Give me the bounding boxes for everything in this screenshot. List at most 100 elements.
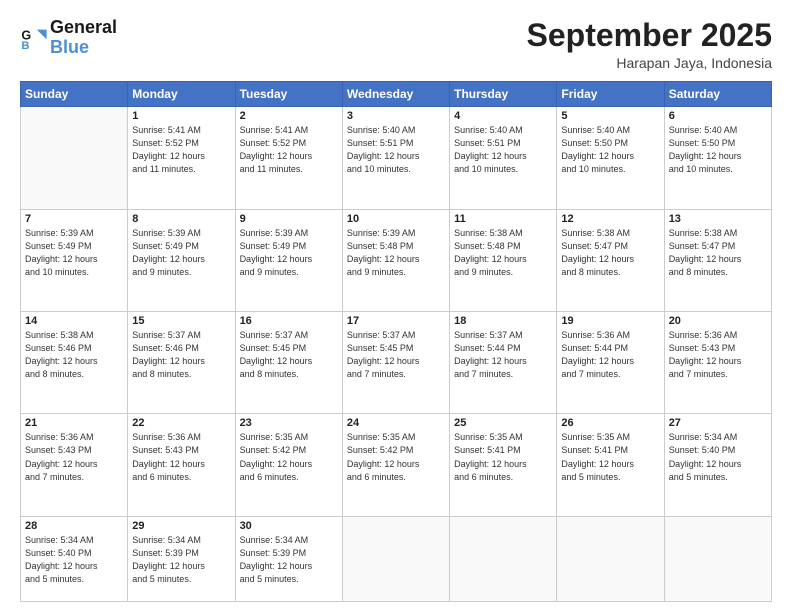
day-number: 1 (132, 110, 230, 122)
day-number: 27 (669, 417, 767, 429)
day-number: 15 (132, 315, 230, 327)
calendar-cell: 30 Sunrise: 5:34 AMSunset: 5:39 PMDayligh… (235, 516, 342, 601)
logo-line2: Blue (50, 38, 117, 58)
calendar-cell: 28 Sunrise: 5:34 AMSunset: 5:40 PMDayligh… (21, 516, 128, 601)
page: G B General Blue September 2025 Harapan … (0, 0, 792, 612)
calendar-week-5: 28 Sunrise: 5:34 AMSunset: 5:40 PMDayligh… (21, 516, 772, 601)
day-number: 5 (561, 110, 659, 122)
day-info: Sunrise: 5:41 AMSunset: 5:52 PMDaylight:… (240, 124, 338, 176)
day-info: Sunrise: 5:35 AMSunset: 5:42 PMDaylight:… (347, 431, 445, 483)
day-number: 25 (454, 417, 552, 429)
calendar-header-row: SundayMondayTuesdayWednesdayThursdayFrid… (21, 82, 772, 107)
calendar-cell: 9 Sunrise: 5:39 AMSunset: 5:49 PMDaylight… (235, 209, 342, 311)
title-section: September 2025 Harapan Jaya, Indonesia (527, 18, 772, 71)
day-number: 10 (347, 213, 445, 225)
calendar: SundayMondayTuesdayWednesdayThursdayFrid… (20, 81, 772, 602)
calendar-cell: 17Sunrise: 5:37 AMSunset: 5:45 PMDayligh… (342, 312, 449, 414)
day-info: Sunrise: 5:38 AMSunset: 5:47 PMDaylight:… (561, 227, 659, 279)
calendar-cell: 21 Sunrise: 5:36 AMSunset: 5:43 PMDayligh… (21, 414, 128, 516)
day-number: 26 (561, 417, 659, 429)
calendar-cell: 1 Sunrise: 5:41 AMSunset: 5:52 PMDaylight… (128, 107, 235, 209)
calendar-cell: 22 Sunrise: 5:36 AMSunset: 5:43 PMDayligh… (128, 414, 235, 516)
day-number: 2 (240, 110, 338, 122)
col-header-wednesday: Wednesday (342, 82, 449, 107)
day-info: Sunrise: 5:35 AMSunset: 5:42 PMDaylight:… (240, 431, 338, 483)
calendar-cell: 2 Sunrise: 5:41 AMSunset: 5:52 PMDaylight… (235, 107, 342, 209)
day-number: 4 (454, 110, 552, 122)
day-info: Sunrise: 5:40 AMSunset: 5:51 PMDaylight:… (347, 124, 445, 176)
calendar-cell: 26 Sunrise: 5:35 AMSunset: 5:41 PMDayligh… (557, 414, 664, 516)
logo-icon: G B (20, 24, 48, 52)
day-info: Sunrise: 5:34 AMSunset: 5:39 PMDaylight:… (240, 534, 338, 586)
calendar-week-4: 21 Sunrise: 5:36 AMSunset: 5:43 PMDayligh… (21, 414, 772, 516)
calendar-cell: 11 Sunrise: 5:38 AMSunset: 5:48 PMDayligh… (450, 209, 557, 311)
day-number: 28 (25, 520, 123, 532)
day-number: 16 (240, 315, 338, 327)
col-header-friday: Friday (557, 82, 664, 107)
day-number: 11 (454, 213, 552, 225)
day-info: Sunrise: 5:39 AMSunset: 5:49 PMDaylight:… (132, 227, 230, 279)
calendar-cell: 5Sunrise: 5:40 AMSunset: 5:50 PMDaylight… (557, 107, 664, 209)
day-number: 9 (240, 213, 338, 225)
day-info: Sunrise: 5:40 AMSunset: 5:50 PMDaylight:… (669, 124, 767, 176)
day-info: Sunrise: 5:39 AMSunset: 5:49 PMDaylight:… (240, 227, 338, 279)
calendar-cell: 19 Sunrise: 5:36 AMSunset: 5:44 PMDayligh… (557, 312, 664, 414)
calendar-cell: 24 Sunrise: 5:35 AMSunset: 5:42 PMDayligh… (342, 414, 449, 516)
day-info: Sunrise: 5:38 AMSunset: 5:47 PMDaylight:… (669, 227, 767, 279)
day-info: Sunrise: 5:34 AMSunset: 5:40 PMDaylight:… (25, 534, 123, 586)
day-number: 13 (669, 213, 767, 225)
day-info: Sunrise: 5:37 AMSunset: 5:45 PMDaylight:… (240, 329, 338, 381)
calendar-week-1: 1 Sunrise: 5:41 AMSunset: 5:52 PMDaylight… (21, 107, 772, 209)
day-number: 6 (669, 110, 767, 122)
day-number: 18 (454, 315, 552, 327)
calendar-cell: 29 Sunrise: 5:34 AMSunset: 5:39 PMDayligh… (128, 516, 235, 601)
day-number: 29 (132, 520, 230, 532)
day-number: 21 (25, 417, 123, 429)
day-info: Sunrise: 5:37 AMSunset: 5:44 PMDaylight:… (454, 329, 552, 381)
col-header-thursday: Thursday (450, 82, 557, 107)
header: G B General Blue September 2025 Harapan … (20, 18, 772, 71)
day-number: 12 (561, 213, 659, 225)
day-number: 23 (240, 417, 338, 429)
calendar-cell: 13 Sunrise: 5:38 AMSunset: 5:47 PMDayligh… (664, 209, 771, 311)
calendar-cell: 4Sunrise: 5:40 AMSunset: 5:51 PMDaylight… (450, 107, 557, 209)
location-subtitle: Harapan Jaya, Indonesia (527, 55, 772, 71)
calendar-cell: 6 Sunrise: 5:40 AMSunset: 5:50 PMDaylight… (664, 107, 771, 209)
col-header-monday: Monday (128, 82, 235, 107)
day-info: Sunrise: 5:34 AMSunset: 5:40 PMDaylight:… (669, 431, 767, 483)
day-number: 22 (132, 417, 230, 429)
calendar-cell: 3 Sunrise: 5:40 AMSunset: 5:51 PMDaylight… (342, 107, 449, 209)
day-number: 7 (25, 213, 123, 225)
calendar-week-3: 14Sunrise: 5:38 AMSunset: 5:46 PMDayligh… (21, 312, 772, 414)
calendar-cell: 15Sunrise: 5:37 AMSunset: 5:46 PMDayligh… (128, 312, 235, 414)
calendar-cell (664, 516, 771, 601)
calendar-cell: 12 Sunrise: 5:38 AMSunset: 5:47 PMDayligh… (557, 209, 664, 311)
day-info: Sunrise: 5:35 AMSunset: 5:41 PMDaylight:… (561, 431, 659, 483)
day-info: Sunrise: 5:36 AMSunset: 5:43 PMDaylight:… (132, 431, 230, 483)
day-info: Sunrise: 5:36 AMSunset: 5:44 PMDaylight:… (561, 329, 659, 381)
day-info: Sunrise: 5:36 AMSunset: 5:43 PMDaylight:… (669, 329, 767, 381)
calendar-cell (450, 516, 557, 601)
day-info: Sunrise: 5:36 AMSunset: 5:43 PMDaylight:… (25, 431, 123, 483)
calendar-cell (21, 107, 128, 209)
day-info: Sunrise: 5:41 AMSunset: 5:52 PMDaylight:… (132, 124, 230, 176)
calendar-cell (557, 516, 664, 601)
day-number: 3 (347, 110, 445, 122)
calendar-cell: 23 Sunrise: 5:35 AMSunset: 5:42 PMDayligh… (235, 414, 342, 516)
logo: G B General Blue (20, 18, 117, 58)
day-number: 24 (347, 417, 445, 429)
day-info: Sunrise: 5:39 AMSunset: 5:48 PMDaylight:… (347, 227, 445, 279)
calendar-cell (342, 516, 449, 601)
col-header-saturday: Saturday (664, 82, 771, 107)
day-number: 30 (240, 520, 338, 532)
calendar-cell: 7 Sunrise: 5:39 AMSunset: 5:49 PMDaylight… (21, 209, 128, 311)
calendar-cell: 14Sunrise: 5:38 AMSunset: 5:46 PMDayligh… (21, 312, 128, 414)
day-info: Sunrise: 5:38 AMSunset: 5:48 PMDaylight:… (454, 227, 552, 279)
calendar-cell: 25 Sunrise: 5:35 AMSunset: 5:41 PMDayligh… (450, 414, 557, 516)
day-info: Sunrise: 5:34 AMSunset: 5:39 PMDaylight:… (132, 534, 230, 586)
logo-line1: General (50, 18, 117, 38)
col-header-sunday: Sunday (21, 82, 128, 107)
day-info: Sunrise: 5:35 AMSunset: 5:41 PMDaylight:… (454, 431, 552, 483)
day-info: Sunrise: 5:39 AMSunset: 5:49 PMDaylight:… (25, 227, 123, 279)
day-number: 19 (561, 315, 659, 327)
